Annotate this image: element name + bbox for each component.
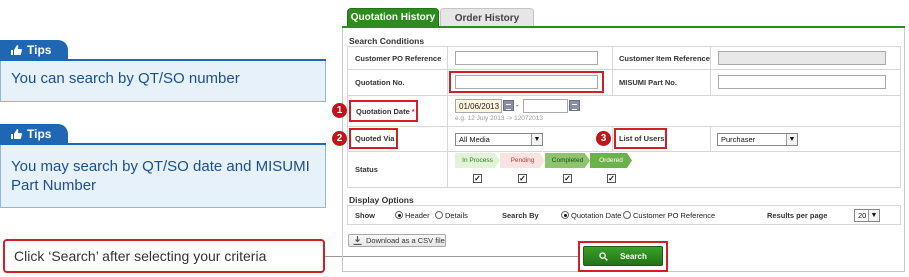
step-badge-3: 3 [596,131,611,146]
customer-po-label: Customer PO Reference [355,53,442,63]
tips-label: Tips [27,43,52,57]
status-completed-checkbox[interactable]: ✓ [563,174,572,183]
select-value: Purchaser [721,135,756,144]
row-divider [347,126,901,127]
tips-box-2: You may search by QT/SO date and MISUMI … [0,145,326,208]
results-per-page-select[interactable]: 20 ▼ [854,209,880,222]
customer-po-input[interactable] [455,51,598,65]
search-conditions-title: Search Conditions [349,36,425,46]
show-label: Show [355,210,375,220]
row-divider [347,205,901,206]
row-divider [347,46,901,47]
required-mark: * [411,106,415,116]
customer-item-label: Customer Item Reference [619,53,710,63]
step-badge-1: 1 [332,103,347,118]
show-header-radio[interactable] [395,211,403,219]
show-header-label: Header [405,211,430,220]
download-icon [353,236,362,245]
status-label: Status [355,164,378,174]
search-by-date-radio[interactable] [561,211,569,219]
show-details-label: Details [445,211,468,220]
step-badge-2: 2 [332,131,347,146]
row-divider [347,224,901,225]
download-csv-button[interactable]: Download as a CSV file [348,234,446,247]
quotation-date-label-text: Quotation Date [356,106,410,116]
status-in-process: In Process [455,153,500,168]
status-pending: Pending [500,153,545,168]
show-details-radio[interactable] [435,211,443,219]
tab-quotation-history[interactable]: Quotation History [347,8,439,27]
grid-line [347,46,348,187]
status-pending-checkbox[interactable]: ✓ [518,174,527,183]
search-by-po-label: Customer PO Reference [633,211,716,220]
chevron-down-icon: ▼ [786,134,797,145]
tab-order-history[interactable]: Order History [440,8,534,27]
status-completed: Completed [545,153,590,168]
quoted-via-label: Quoted Via [355,134,395,143]
row-divider [347,151,901,152]
calendar-icon[interactable] [503,100,514,111]
grid-line [447,46,448,187]
status-in-process-checkbox[interactable]: ✓ [473,174,482,183]
select-value: All Media [459,135,490,144]
row-divider [347,95,901,96]
date-from-input[interactable]: 01/06/2013 [455,99,502,113]
search-by-po-radio[interactable] [623,211,631,219]
results-per-page-label: Results per page [767,210,828,220]
status-ordered: Ordered [590,153,632,168]
chevron-down-icon: ▼ [868,210,879,221]
display-options-title: Display Options [349,195,414,205]
search-hint-callout: Click ‘Search’ after selecting your crit… [3,239,325,273]
search-button-label: Search [620,251,647,261]
tips-tab-2: Tips [0,124,68,144]
chevron-down-icon: ▼ [531,134,542,145]
quotation-date-label: Quotation Date * [356,103,415,119]
tips-text: You may search by QT/SO date and MISUMI … [11,158,310,194]
misumi-part-input[interactable] [718,75,886,89]
grid-line [347,205,348,224]
list-of-users-label: List of Users [619,134,665,143]
tips-text: You can search by QT/SO number [11,70,240,87]
thumbs-up-icon [11,45,22,55]
tab-label: Quotation History [350,12,436,23]
hint-text: Click ‘Search’ after selecting your crit… [14,248,267,264]
date-to-input[interactable] [523,99,568,113]
date-separator: - [516,101,519,110]
row-divider [347,69,901,70]
quotation-no-input[interactable] [455,75,598,89]
status-ordered-checkbox[interactable]: ✓ [607,174,616,183]
calendar-icon[interactable] [569,100,580,111]
csv-button-label: Download as a CSV file [366,236,445,245]
tips-box-1: You can search by QT/SO number [0,61,326,102]
date-example: e.g. 12 July 2013 -> 12072013 [455,115,544,122]
tab-label: Order History [454,12,520,24]
search-button[interactable]: Search [583,246,663,266]
row-divider [347,187,901,188]
quotation-no-label: Quotation No. [355,77,405,87]
tips-tab-1: Tips [0,40,68,60]
select-value: 20 [858,211,867,220]
thumbs-up-icon [11,129,22,139]
grid-line [710,126,711,151]
tips-label: Tips [27,127,52,141]
search-icon [599,251,608,261]
grid-line [900,205,901,224]
search-by-label: Search By [502,210,539,220]
customer-item-input [718,51,886,65]
grid-line [612,126,613,151]
grid-line [900,46,901,187]
grid-line [612,46,613,95]
misumi-part-label: MISUMI Part No. [619,77,677,87]
quoted-via-select[interactable]: All Media ▼ [455,133,543,146]
search-by-date-label: Quotation Date [571,211,622,220]
grid-line [710,46,711,95]
list-of-users-select[interactable]: Purchaser ▼ [717,133,798,146]
